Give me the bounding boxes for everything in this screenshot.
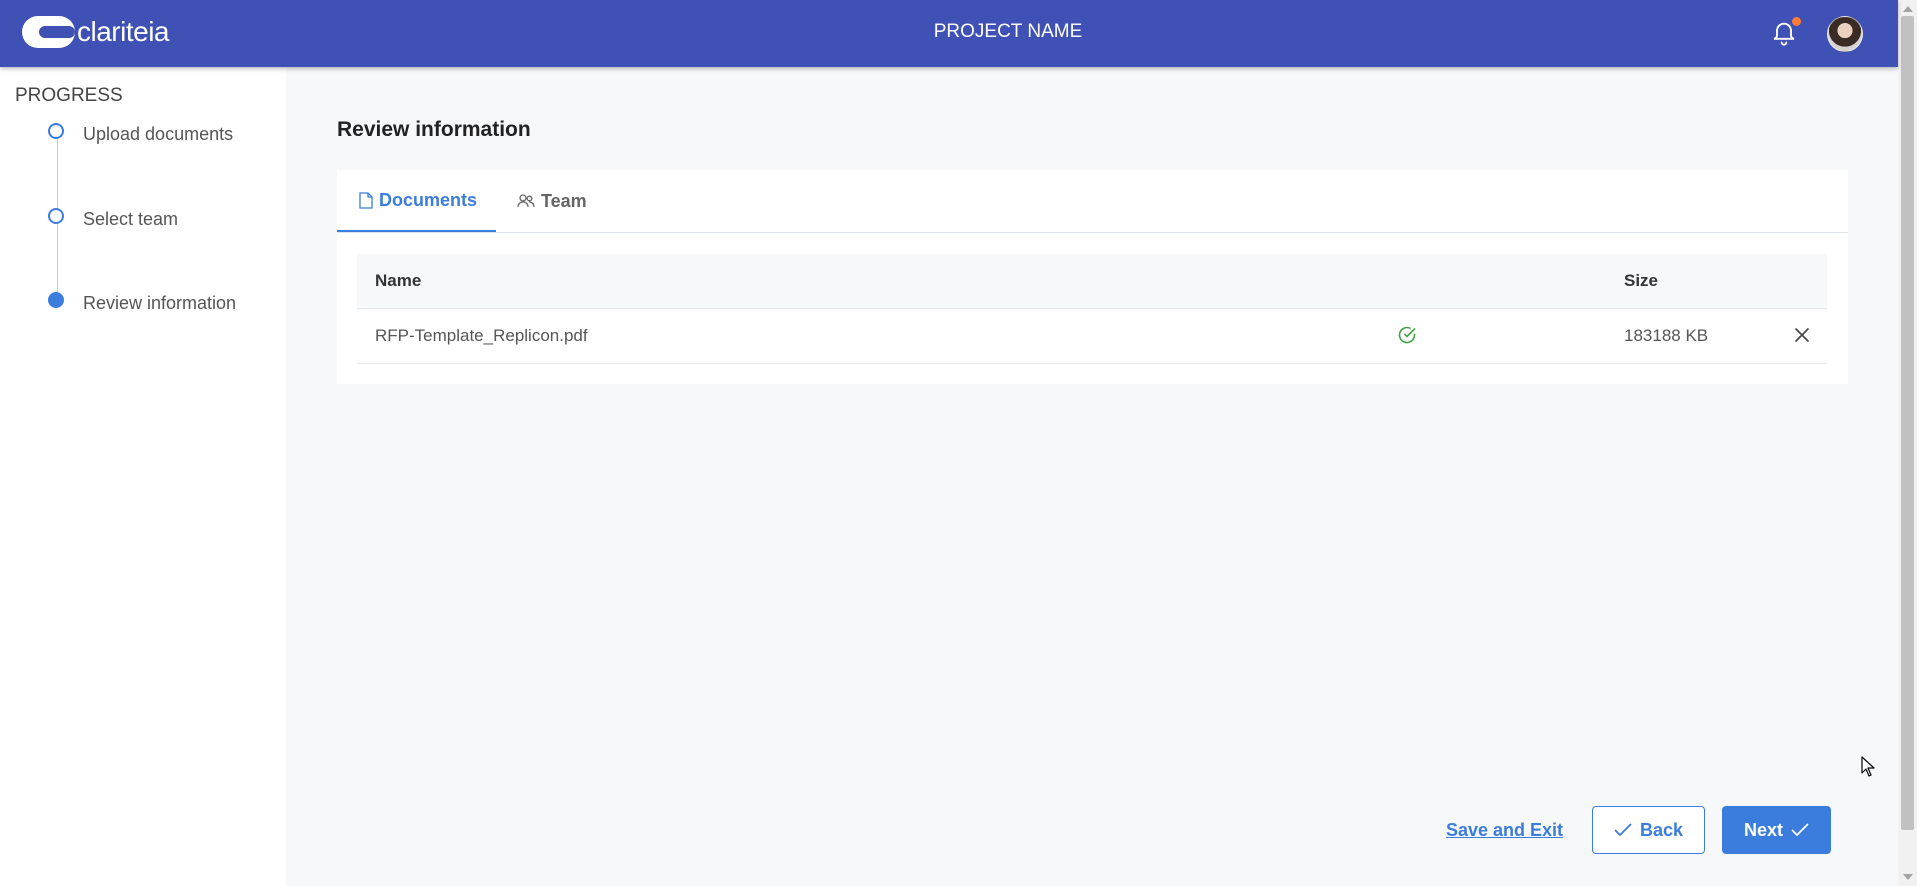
project-name: PROJECT NAME — [933, 21, 1083, 42]
tab-documents[interactable]: Documents — [337, 170, 496, 232]
tab-team[interactable]: Team — [517, 170, 587, 232]
step-review-information[interactable]: Review information — [0, 292, 286, 328]
tab-bar: Documents Team — [337, 170, 1848, 233]
user-avatar[interactable] — [1827, 16, 1863, 52]
check-circle-icon — [1398, 326, 1416, 344]
step-select-team[interactable]: Select team — [0, 208, 286, 244]
mouse-cursor-icon — [1861, 756, 1875, 777]
close-icon[interactable] — [1793, 326, 1811, 344]
column-header-size: Size — [1624, 271, 1659, 290]
next-button[interactable]: Next — [1722, 806, 1831, 854]
step-label: Upload documents — [83, 124, 234, 144]
review-card: Documents Team Name Size RFP-Template_Re… — [337, 170, 1848, 384]
tab-label: Documents — [379, 189, 478, 210]
step-marker-icon — [48, 123, 64, 139]
check-icon — [1614, 823, 1632, 836]
vertical-scrollbar[interactable] — [1898, 0, 1917, 886]
page-title: Review information — [337, 118, 531, 141]
team-icon — [517, 194, 535, 208]
document-name: RFP-Template_Replicon.pdf — [375, 326, 588, 345]
column-header-name: Name — [375, 271, 422, 290]
check-icon — [1791, 823, 1809, 836]
step-upload-documents[interactable]: Upload documents — [0, 123, 286, 159]
step-label: Review information — [83, 293, 237, 313]
table-row: RFP-Template_Replicon.pdf 183188 KB — [357, 309, 1827, 364]
scroll-thumb[interactable] — [1901, 16, 1914, 830]
back-button[interactable]: Back — [1592, 806, 1705, 854]
file-icon — [359, 191, 373, 209]
document-size: 183188 KB — [1624, 326, 1709, 345]
scroll-up-icon[interactable] — [1903, 6, 1913, 12]
progress-sidebar: PROGRESS Upload documents Select team Re… — [0, 67, 286, 886]
save-and-exit-link[interactable]: Save and Exit — [1446, 820, 1563, 841]
table-header: Name Size — [357, 254, 1827, 309]
step-marker-icon — [48, 208, 64, 224]
tab-label: Team — [541, 190, 587, 211]
top-bar: clariteia PROJECT NAME — [0, 0, 1898, 67]
next-button-label: Next — [1743, 819, 1783, 840]
step-marker-current-icon — [48, 292, 64, 308]
back-button-label: Back — [1639, 819, 1684, 840]
progress-title: PROGRESS — [15, 85, 123, 106]
step-label: Select team — [83, 209, 179, 229]
documents-table: Name Size RFP-Template_Replicon.pdf 1831… — [357, 254, 1827, 364]
notification-dot — [1792, 17, 1801, 26]
scroll-down-icon[interactable] — [1903, 874, 1913, 880]
